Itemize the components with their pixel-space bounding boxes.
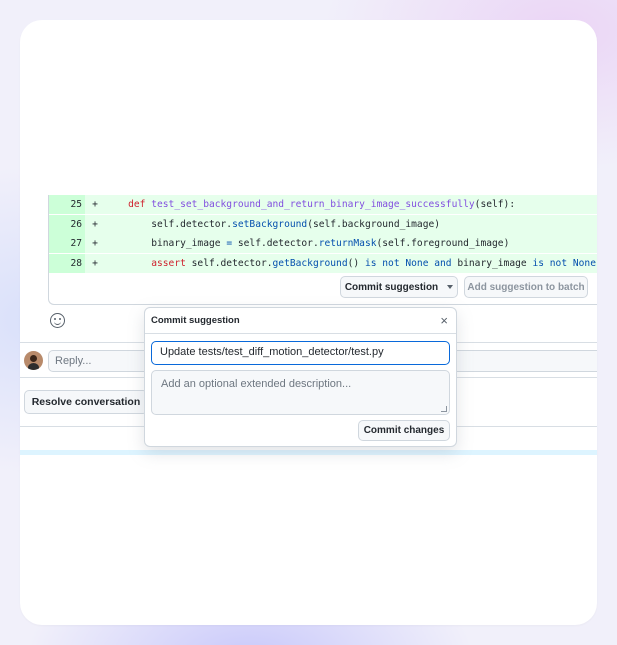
commit-changes-button[interactable]: Commit changes bbox=[358, 420, 450, 441]
code-token: (self.foreground_image) bbox=[376, 238, 510, 249]
avatar bbox=[24, 351, 43, 370]
close-icon[interactable]: × bbox=[440, 313, 450, 328]
extended-description-textarea[interactable]: Add an optional extended description... bbox=[151, 370, 450, 415]
code-token: is not None and bbox=[364, 257, 452, 269]
code-token: self.detector. bbox=[185, 257, 273, 269]
code-token: binary_image bbox=[151, 238, 227, 249]
resize-handle-icon[interactable] bbox=[441, 406, 447, 412]
popup-header: Commit suggestion × bbox=[145, 308, 456, 334]
popup-title: Commit suggestion bbox=[151, 315, 240, 326]
review-card: 25 + def test_set_background_and_return_b… bbox=[20, 20, 597, 625]
code-text: self.detector.setBackground(self.backgro… bbox=[105, 219, 440, 230]
commit-suggestion-label: Commit suggestion bbox=[344, 281, 439, 293]
diff-line: 26 + self.detector.setBackground(self.bac… bbox=[49, 214, 597, 234]
add-reaction-smiley-icon[interactable] bbox=[50, 313, 65, 328]
diff-line: 28 + assert self.detector.getBackground()… bbox=[49, 253, 597, 273]
chevron-down-icon bbox=[447, 285, 454, 289]
suggestion-actions: Commit suggestion Add suggestion to batc… bbox=[49, 271, 597, 304]
code-token: is not None bbox=[532, 257, 596, 269]
diff-add-sign: + bbox=[92, 218, 98, 230]
code-token: self.detector. bbox=[151, 218, 233, 230]
diff-line: 25 + def test_set_background_and_return_b… bbox=[49, 195, 597, 214]
code-token: getBackground bbox=[272, 257, 348, 269]
add-suggestion-to-batch-button[interactable]: Add suggestion to batch bbox=[464, 276, 588, 298]
description-placeholder: Add an optional extended description... bbox=[161, 378, 352, 390]
resolve-conversation-button[interactable]: Resolve conversation bbox=[24, 390, 148, 414]
code-token: returnMask bbox=[318, 238, 377, 249]
commit-suggestion-popup: Commit suggestion × Update tests/test_di… bbox=[144, 307, 457, 447]
code-token: (self): bbox=[474, 199, 516, 210]
code-text: assert self.detector.getBackground() is … bbox=[105, 258, 596, 269]
line-number[interactable]: 28 bbox=[49, 253, 85, 273]
code-token: assert bbox=[151, 257, 186, 269]
line-number[interactable]: 26 bbox=[49, 214, 85, 234]
commit-suggestion-dropdown-button[interactable]: Commit suggestion bbox=[340, 276, 458, 298]
diff-add-sign: + bbox=[92, 199, 98, 210]
code-text: binary_image = self.detector.returnMask(… bbox=[105, 238, 509, 249]
code-token: () bbox=[347, 257, 365, 269]
code-text: def test_set_background_and_return_binar… bbox=[105, 199, 515, 210]
code-token: (self.background_image) bbox=[307, 218, 441, 230]
code-token: binary_image bbox=[451, 257, 533, 269]
diff-add-sign: + bbox=[92, 238, 98, 249]
line-number[interactable]: 27 bbox=[49, 234, 85, 253]
commit-title-input[interactable]: Update tests/test_diff_motion_detector/t… bbox=[151, 341, 450, 365]
next-section-strip bbox=[20, 450, 597, 455]
code-token: self.detector. bbox=[232, 238, 319, 249]
suggestion-diff: 25 + def test_set_background_and_return_b… bbox=[48, 195, 597, 305]
line-number[interactable]: 25 bbox=[49, 195, 85, 214]
code-token: def bbox=[128, 199, 152, 210]
diff-line: 27 + binary_image = self.detector.returnM… bbox=[49, 234, 597, 253]
code-token: setBackground bbox=[232, 218, 308, 230]
code-token: test_set_background_and_return_binary_im… bbox=[151, 199, 475, 210]
diff-add-sign: + bbox=[92, 257, 98, 269]
